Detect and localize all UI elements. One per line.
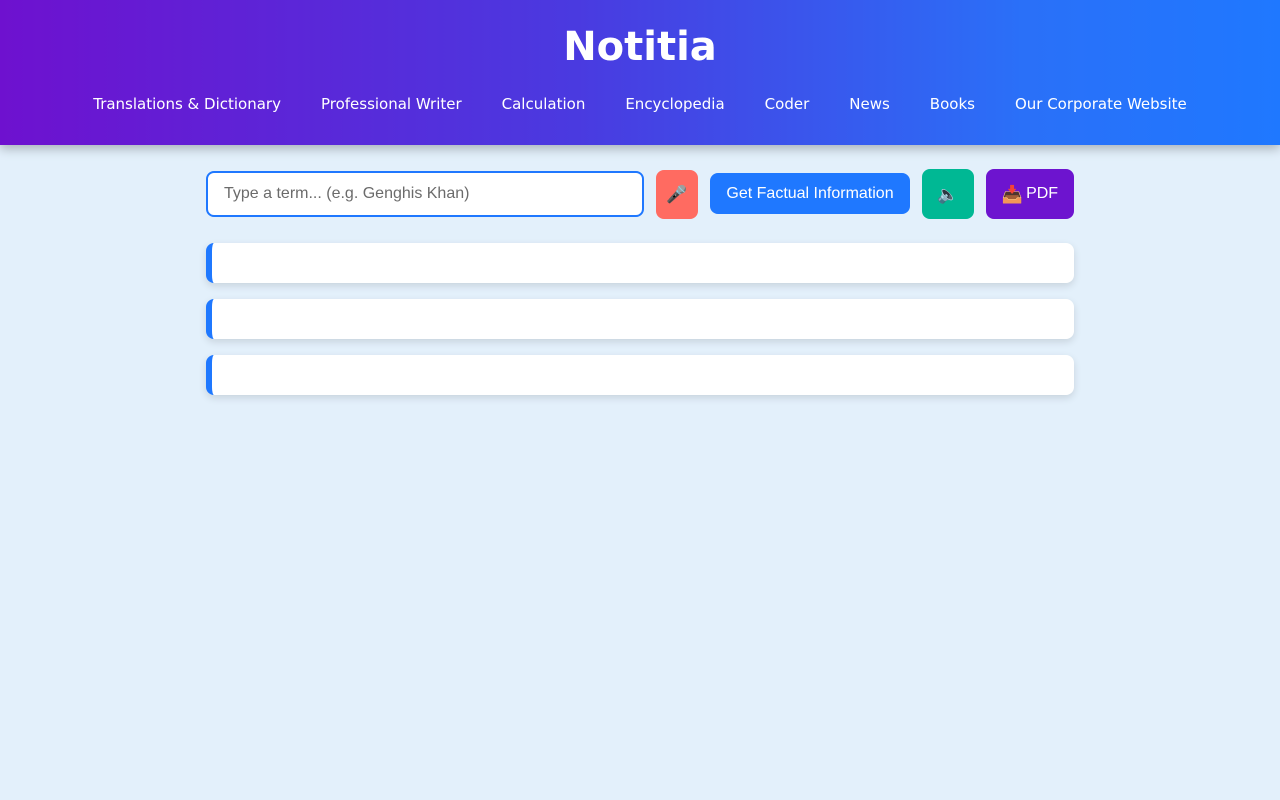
nav-link-corporate-website[interactable]: Our Corporate Website (1015, 94, 1187, 114)
main-nav: Translations & Dictionary Professional W… (0, 94, 1280, 114)
app-title: Notitia (563, 24, 717, 70)
result-card (206, 299, 1074, 339)
result-card (206, 355, 1074, 395)
result-card (206, 243, 1074, 283)
nav-link-coder[interactable]: Coder (765, 94, 810, 114)
nav-link-professional-writer[interactable]: Professional Writer (321, 94, 462, 114)
nav-link-calculation[interactable]: Calculation (502, 94, 586, 114)
app-header: Notitia Translations & Dictionary Profes… (0, 0, 1280, 145)
nav-link-news[interactable]: News (849, 94, 890, 114)
speak-button[interactable]: 🔈 (922, 169, 974, 219)
pdf-download-button[interactable]: 📥 PDF (986, 169, 1074, 219)
inbox-tray-icon: 📥 (1001, 184, 1024, 204)
nav-link-encyclopedia[interactable]: Encyclopedia (625, 94, 724, 114)
search-input[interactable] (206, 171, 644, 217)
nav-link-books[interactable]: Books (930, 94, 975, 114)
search-controls: 🎤 Get Factual Information 🔈 📥 PDF (206, 169, 1074, 219)
pdf-label: PDF (1026, 185, 1059, 202)
microphone-icon: 🎤 (666, 185, 688, 204)
microphone-button[interactable]: 🎤 (656, 170, 698, 219)
get-factual-information-button[interactable]: Get Factual Information (710, 173, 910, 214)
speaker-icon: 🔈 (937, 184, 959, 204)
nav-link-translations[interactable]: Translations & Dictionary (93, 94, 281, 114)
